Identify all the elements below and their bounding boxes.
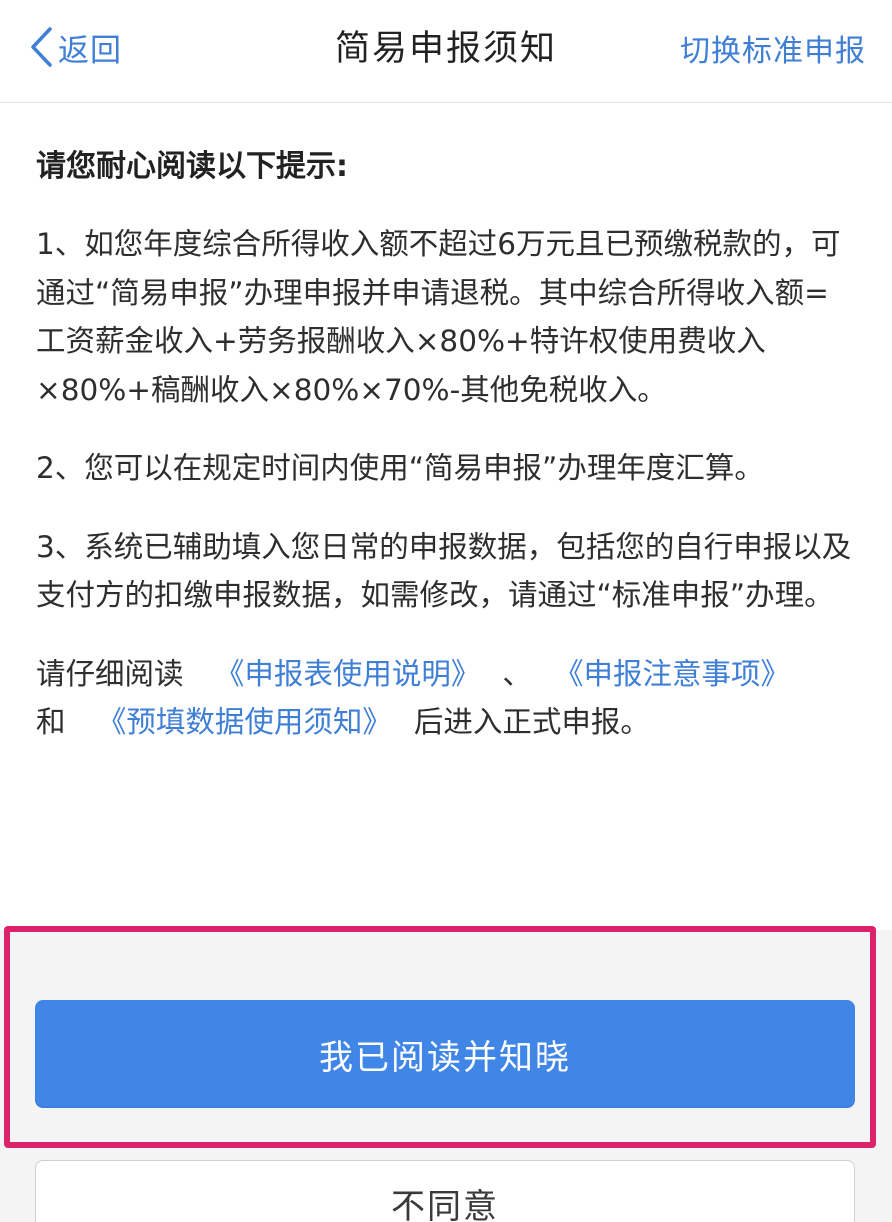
navigation-bar: 返回 简易申报须知 切换标准申报 bbox=[0, 0, 892, 103]
link-filing-notes[interactable]: 《申报注意事项》 bbox=[554, 657, 790, 691]
notice-intro: 请您耐心阅读以下提示: bbox=[36, 149, 348, 184]
notice-item-3: 3、系统已辅助填入您日常的申报数据，包括您的自行申报以及支付方的扣缴申报数据，如… bbox=[36, 529, 852, 613]
links-conjunction: 和 bbox=[36, 705, 66, 739]
switch-standard-filing-link[interactable]: 切换标准申报 bbox=[680, 26, 866, 70]
link-form-instructions[interactable]: 《申报表使用说明》 bbox=[215, 657, 481, 691]
decline-button[interactable]: 不同意 bbox=[35, 1160, 855, 1222]
links-prefix: 请仔细阅读 bbox=[36, 656, 184, 691]
notice-content: 请您耐心阅读以下提示: 1、如您年度综合所得收入额不超过6万元且已预缴税款的，可… bbox=[36, 140, 856, 747]
link-prefilled-data-notice[interactable]: 《预填数据使用须知》 bbox=[97, 705, 392, 739]
notice-item-2: 2、您可以在规定时间内使用“简易申报”办理年度汇算。 bbox=[36, 451, 764, 485]
notice-item-1: 1、如您年度综合所得收入额不超过6万元且已预缴税款的，可通过“简易申报”办理申报… bbox=[36, 227, 841, 407]
confirm-read-button[interactable]: 我已阅读并知晓 bbox=[35, 1000, 855, 1108]
reading-links: 请仔细阅读 《申报表使用说明》、《申报注意事项》 和 《预填数据使用须知》 后进入… bbox=[36, 650, 856, 747]
links-suffix: 后进入正式申报。 bbox=[413, 705, 650, 739]
links-separator: 、 bbox=[502, 656, 532, 691]
screen: 返回 简易申报须知 切换标准申报 请您耐心阅读以下提示: 1、如您年度综合所得收… bbox=[0, 0, 892, 1222]
